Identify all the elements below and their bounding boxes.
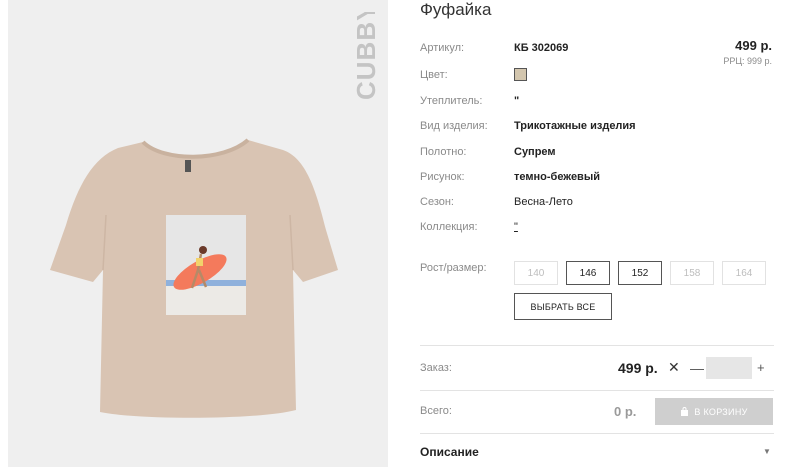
add-to-cart-label: В КОРЗИНУ — [694, 406, 748, 417]
insulation-value: " — [514, 95, 520, 107]
fabric-label: Полотно: — [420, 146, 467, 158]
pattern-value: темно-бежевый — [514, 171, 600, 183]
quantity-decrease-button[interactable]: — — [690, 360, 704, 376]
color-label: Цвет: — [420, 69, 448, 81]
order-label: Заказ: — [420, 362, 452, 374]
size-options: 140 146 152 158 164 — [514, 261, 766, 285]
article-value: КБ 302069 — [514, 42, 569, 54]
product-rrp: РРЦ: 999 р. — [723, 56, 772, 66]
color-swatch[interactable] — [514, 68, 527, 81]
multiply-icon: ✕ — [668, 359, 680, 375]
total-label: Всего: — [420, 405, 452, 417]
insulation-label: Утеплитель: — [420, 95, 483, 107]
collection-label: Коллекция: — [420, 221, 478, 233]
size-option-140[interactable]: 140 — [514, 261, 558, 285]
total-value: 0 р. — [614, 404, 637, 419]
description-toggle[interactable]: Описание — [420, 445, 479, 459]
add-to-cart-button[interactable]: В КОРЗИНУ — [655, 398, 773, 425]
select-all-sizes-button[interactable]: ВЫБРАТЬ ВСЕ — [514, 293, 612, 320]
quantity-input[interactable] — [706, 357, 752, 379]
pattern-label: Рисунок: — [420, 171, 465, 183]
chevron-down-icon[interactable]: ▼ — [763, 447, 771, 456]
order-price: 499 р. — [618, 360, 658, 376]
brand-logo: CUBBY — [351, 3, 381, 107]
product-image-panel: CUBBY — [8, 0, 388, 467]
fabric-value: Супрем — [514, 146, 556, 158]
product-tshirt-image — [50, 138, 338, 418]
size-option-152[interactable]: 152 — [618, 261, 662, 285]
product-title: Фуфайка — [420, 0, 492, 19]
type-label: Вид изделия: — [420, 120, 488, 132]
divider — [420, 390, 774, 391]
type-value: Трикотажные изделия — [514, 120, 636, 132]
size-option-146[interactable]: 146 — [566, 261, 610, 285]
collection-value[interactable]: " — [514, 221, 518, 233]
cart-icon — [681, 407, 689, 416]
divider — [420, 345, 774, 346]
product-price: 499 р. — [735, 38, 772, 53]
size-option-164[interactable]: 164 — [722, 261, 766, 285]
size-label: Рост/размер: — [420, 262, 487, 274]
season-value: Весна-Лето — [514, 196, 573, 208]
divider — [420, 433, 774, 434]
size-option-158[interactable]: 158 — [670, 261, 714, 285]
season-label: Сезон: — [420, 196, 454, 208]
brand-logo-text: CUBBY — [351, 12, 381, 100]
article-label: Артикул: — [420, 42, 465, 54]
quantity-increase-button[interactable]: + — [757, 360, 765, 375]
